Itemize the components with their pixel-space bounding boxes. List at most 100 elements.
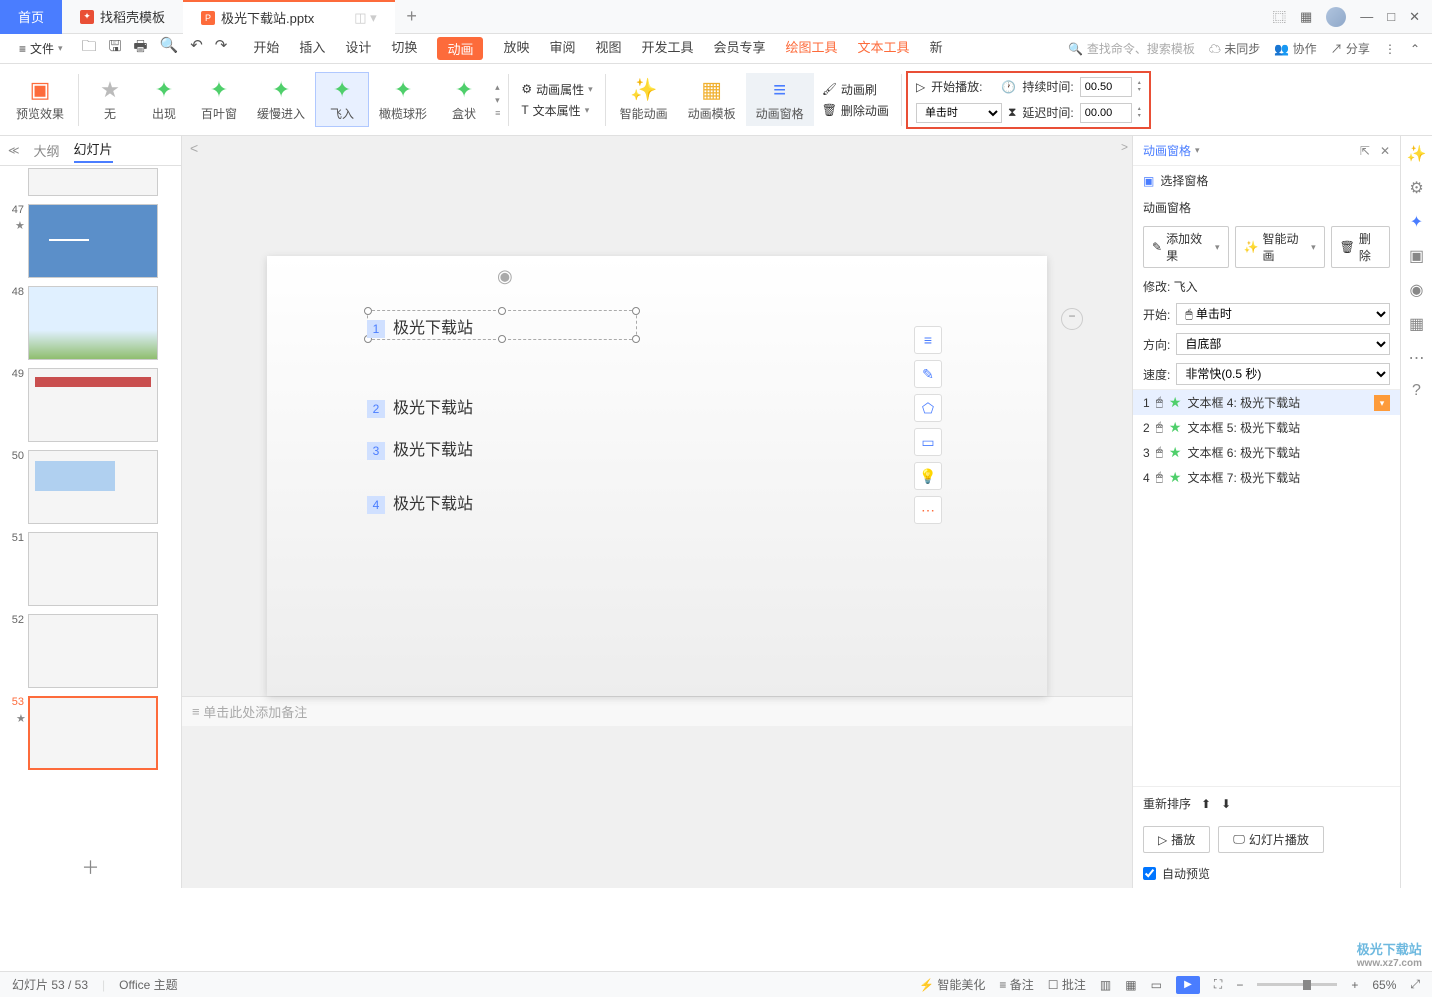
slideshow-btn[interactable]: 🖵 幻灯片播放 [1218, 826, 1324, 853]
anim-templates[interactable]: ▦动画模板 [678, 73, 746, 126]
tab-menu-icon[interactable]: ◫ ▾ [354, 10, 376, 26]
zoom-out[interactable]: − [1236, 978, 1243, 992]
anim-brush[interactable]: 🖌 动画刷 [822, 81, 889, 98]
tab-home[interactable]: 首页 [0, 0, 62, 34]
anim-list-item-4[interactable]: 4 🖱 ★ 文本框 7: 极光下载站 [1133, 465, 1400, 490]
undo-icon[interactable]: ↶ [190, 36, 203, 61]
preview-effect[interactable]: ▣预览效果 [6, 73, 74, 126]
menu-slideshow[interactable]: 放映 [503, 37, 529, 60]
menu-insert[interactable]: 插入 [299, 37, 325, 60]
tool-idea[interactable]: 💡 [914, 462, 942, 490]
start-select[interactable]: 单击时 [916, 103, 1002, 123]
anim-list-item-1[interactable]: 1 🖱 ★ 文本框 4: 极光下载站▾ [1133, 390, 1400, 415]
pane-speed-select[interactable]: 非常快(0.5 秒) [1176, 363, 1390, 385]
side-tool-2[interactable]: ⚙ [1409, 178, 1423, 198]
menu-dev[interactable]: 开发工具 [642, 37, 694, 60]
thumb-47[interactable]: ★ [28, 204, 158, 278]
menu-member[interactable]: 会员专享 [714, 37, 766, 60]
view-normal[interactable]: ▥ [1100, 978, 1111, 992]
grid-icon[interactable]: ▦ [1300, 9, 1312, 25]
add-effect-btn[interactable]: ✎ 添加效果 ▾ [1143, 226, 1229, 268]
comments-btn[interactable]: ☐ 批注 [1048, 976, 1086, 993]
close-button[interactable]: ✕ [1409, 9, 1420, 25]
redo-icon[interactable]: ↷ [215, 36, 228, 61]
delay-spinner[interactable]: ▴▾ [1138, 106, 1141, 120]
menu-review[interactable]: 审阅 [549, 37, 575, 60]
smart-anim[interactable]: ✨智能动画 [610, 73, 678, 126]
delay-input[interactable] [1080, 103, 1132, 123]
tab-slides[interactable]: 幻灯片 [74, 139, 113, 163]
anim-pane-btn[interactable]: ≡动画窗格 [746, 73, 814, 126]
side-tool-8[interactable]: ? [1412, 382, 1421, 400]
thumb-48[interactable] [28, 286, 158, 360]
menu-transition[interactable]: 切换 [391, 37, 417, 60]
thumb-partial[interactable] [28, 168, 158, 196]
reorder-up[interactable]: ⬆ [1201, 797, 1211, 811]
canvas-collapse[interactable]: < [190, 140, 198, 156]
delete-btn[interactable]: 🗑 删除 [1331, 226, 1390, 268]
rotate-handle[interactable]: ◉ [497, 266, 513, 287]
anim-box[interactable]: ✦盒状 [437, 73, 491, 126]
smart-anim-btn[interactable]: ✨ 智能动画 ▾ [1235, 226, 1325, 268]
play-anim-btn[interactable]: ▷ 播放 [1143, 826, 1210, 853]
tool-shape[interactable]: ⬠ [914, 394, 942, 422]
anim-list-item-3[interactable]: 3 🖱 ★ 文本框 6: 极光下载站 [1133, 440, 1400, 465]
share-button[interactable]: ↗ 分享 [1331, 40, 1370, 57]
anim-item-menu[interactable]: ▾ [1374, 395, 1390, 411]
tab-document[interactable]: P极光下载站.pptx◫ ▾ [183, 0, 395, 34]
notes-input[interactable]: 单击此处添加备注 [203, 702, 307, 721]
text-props[interactable]: T 文本属性 ▾ [521, 102, 592, 119]
menu-start[interactable]: 开始 [253, 37, 279, 60]
anim-list-item-2[interactable]: 2 🖱 ★ 文本框 5: 极光下载站 [1133, 415, 1400, 440]
maximize-button[interactable]: □ [1387, 9, 1395, 24]
slideshow-play[interactable]: ▶ [1176, 976, 1200, 994]
thumb-52[interactable] [28, 614, 158, 688]
zoom-value[interactable]: 65% [1372, 978, 1396, 992]
menu-text[interactable]: 文本工具 [858, 37, 910, 60]
anim-blinds[interactable]: ✦百叶窗 [191, 73, 247, 126]
menu-draw[interactable]: 绘图工具 [786, 37, 838, 60]
canvas-expand[interactable]: > [1121, 140, 1128, 154]
tab-outline[interactable]: 大纲 [34, 141, 60, 160]
view-sorter[interactable]: ▦ [1125, 978, 1136, 992]
thumb-50[interactable] [28, 450, 158, 524]
thumb-51[interactable] [28, 532, 158, 606]
side-tool-4[interactable]: ▣ [1409, 246, 1424, 266]
tool-frame[interactable]: ▭ [914, 428, 942, 456]
search-input[interactable]: 🔍 查找命令、搜索模板 [1068, 40, 1195, 57]
thumb-49[interactable] [28, 368, 158, 442]
anim-appear[interactable]: ✦出现 [137, 73, 191, 126]
anim-more[interactable]: ≡ [495, 108, 500, 118]
zoom-in[interactable]: + [1351, 978, 1358, 992]
thumb-collapse[interactable]: ≪ [8, 144, 20, 157]
side-tool-6[interactable]: ▦ [1409, 314, 1424, 334]
notes-btn[interactable]: ≡ 备注 [999, 976, 1033, 993]
delete-anim[interactable]: 🗑 删除动画 [822, 102, 889, 119]
pane-start-select[interactable]: 🖱 单击时 [1176, 303, 1390, 325]
anim-scroll-down[interactable]: ▾ [495, 95, 500, 106]
pane-pin[interactable]: ⇱ [1360, 144, 1370, 158]
duration-input[interactable] [1080, 77, 1132, 97]
thumb-53[interactable]: ★ [28, 696, 158, 770]
add-slide-button[interactable]: ＋ [0, 846, 181, 888]
layout-icon[interactable]: ⿴ [1273, 7, 1286, 26]
fullscreen-btn[interactable]: ⤢ [1410, 977, 1420, 992]
menu-design[interactable]: 设计 [345, 37, 371, 60]
slide-text-2[interactable]: 2极光下载站 [367, 394, 473, 418]
save-icon[interactable]: 🖫 [109, 36, 122, 61]
open-icon[interactable]: 🗀 [82, 36, 97, 61]
tab-templates[interactable]: ✦找稻壳模板 [62, 0, 183, 34]
slide-text-1[interactable]: 1极光下载站 [367, 314, 473, 338]
collapse-ribbon[interactable]: ⌃ [1410, 42, 1420, 56]
slide-text-4[interactable]: 4极光下载站 [367, 490, 473, 514]
preview-icon[interactable]: 🔍 [160, 36, 179, 61]
print-icon[interactable]: 🖶 [133, 36, 147, 61]
anim-scroll-up[interactable]: ▴ [495, 82, 500, 93]
beautify-btn[interactable]: ⚡ 智能美化 [919, 976, 985, 993]
view-reading[interactable]: ▭ [1151, 978, 1162, 992]
pane-dir-select[interactable]: 自底部 [1176, 333, 1390, 355]
menu-view[interactable]: 视图 [595, 37, 621, 60]
collab-button[interactable]: 👥 协作 [1274, 40, 1316, 57]
anim-props[interactable]: ⚙ 动画属性 ▾ [521, 81, 592, 98]
pane-close[interactable]: ✕ [1380, 144, 1390, 158]
